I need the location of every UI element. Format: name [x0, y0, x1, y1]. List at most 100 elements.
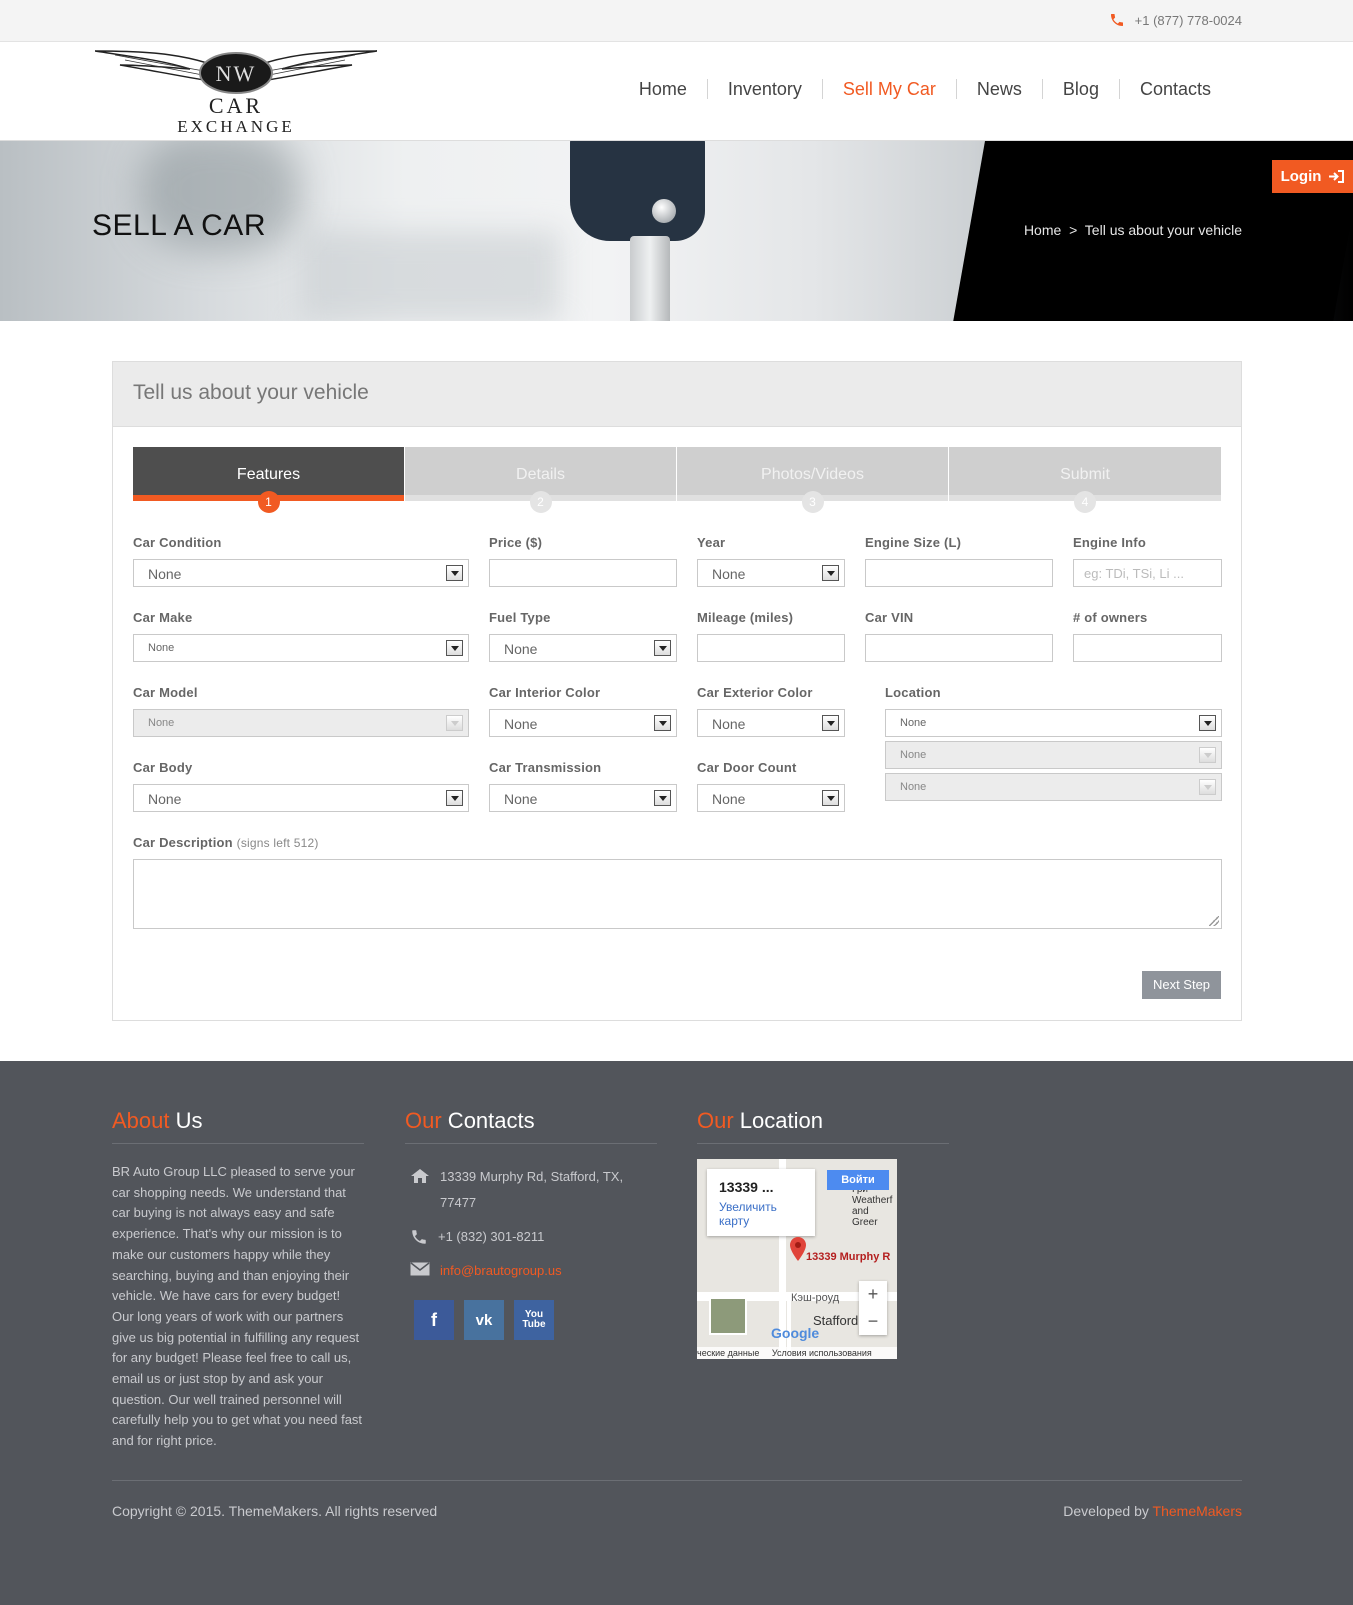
step-label: Photos/Videos — [761, 466, 864, 483]
site-footer: About Us BR Auto Group LLC pleased to se… — [0, 1061, 1353, 1605]
page-title: SELL A CAR — [92, 209, 266, 242]
map-satellite-thumbnail[interactable] — [709, 1297, 747, 1335]
zoom-out-button[interactable]: − — [859, 1308, 887, 1335]
car-condition-select[interactable]: None — [133, 559, 469, 587]
sell-car-form-panel: Tell us about your vehicle Features 1 De… — [112, 361, 1242, 1021]
zoom-in-button[interactable]: + — [859, 1281, 887, 1308]
step-label: Submit — [1060, 466, 1110, 483]
chevron-down-icon — [1199, 715, 1216, 731]
price-input[interactable] — [489, 559, 677, 587]
step-label: Details — [516, 466, 565, 483]
description-textarea[interactable] — [133, 859, 1222, 929]
car-condition-field: Car Condition None — [133, 535, 469, 587]
location-label: Location — [885, 685, 941, 700]
interior-color-select[interactable]: None — [489, 709, 677, 737]
car-body-label: Car Body — [133, 760, 193, 775]
breadcrumb: Home > Tell us about your vehicle — [1024, 222, 1242, 238]
owners-input[interactable] — [1073, 634, 1222, 662]
home-icon — [411, 1169, 429, 1183]
logo-line1: CAR — [208, 93, 264, 118]
fuel-type-field: Fuel Type None — [489, 610, 677, 662]
location-city-select[interactable]: None — [885, 773, 1222, 801]
map-attribution-left: ческие данные — [697, 1348, 760, 1358]
mileage-field: Mileage (miles) — [697, 610, 845, 662]
chevron-down-icon — [1199, 779, 1216, 795]
nav-inventory[interactable]: Inventory — [706, 79, 822, 99]
contact-phone[interactable]: +1 (832) 301-8211 — [410, 1224, 657, 1250]
fuel-type-select[interactable]: None — [489, 634, 677, 662]
select-value: None — [712, 791, 746, 807]
footer-about-text: BR Auto Group LLC pleased to serve your … — [112, 1164, 363, 1449]
heading-highlight: About — [112, 1108, 170, 1133]
facebook-icon[interactable]: f — [414, 1300, 454, 1340]
step-photos-videos[interactable]: Photos/Videos 3 — [677, 447, 948, 513]
door-count-field: Car Door Count None — [697, 760, 845, 812]
engine-info-input[interactable]: eg: TDi, TSi, Li ... — [1073, 559, 1222, 587]
description-hint: (signs left 512) — [236, 836, 319, 850]
map-signin-button[interactable]: Войти — [827, 1170, 889, 1190]
form-steps: Features 1 Details 2 Photos/Videos 3 Sub… — [133, 447, 1221, 517]
footer-contacts-heading: Our Contacts — [405, 1108, 657, 1144]
select-value: None — [712, 716, 746, 732]
contact-email: info@brautogroup.us — [410, 1258, 657, 1284]
youtube-icon[interactable]: You Tube — [514, 1300, 554, 1340]
location-state-select[interactable]: None — [885, 741, 1222, 769]
nav-home[interactable]: Home — [619, 79, 707, 99]
location-country-select[interactable]: None — [885, 709, 1222, 737]
owners-label: # of owners — [1073, 610, 1148, 625]
hero-bg-blur — [300, 231, 560, 321]
interior-color-field: Car Interior Color None — [489, 685, 677, 737]
door-count-select[interactable]: None — [697, 784, 845, 812]
select-value: None — [712, 566, 746, 582]
google-logo: Google — [771, 1325, 820, 1341]
transmission-select[interactable]: None — [489, 784, 677, 812]
nav-blog[interactable]: Blog — [1041, 79, 1119, 99]
developer-link[interactable]: ThemeMakers — [1153, 1503, 1242, 1519]
vk-icon[interactable]: vk — [464, 1300, 504, 1340]
step-number: 1 — [257, 491, 280, 513]
footer-location: Our Location — [697, 1108, 949, 1144]
location-map[interactable]: ф ЗНД Гри Weatherf and Greer 13339 ... У… — [697, 1159, 897, 1359]
chevron-down-icon — [654, 790, 671, 806]
price-field: Price ($) — [489, 535, 677, 587]
fuel-type-label: Fuel Type — [489, 610, 551, 625]
contact-address-text: 13339 Murphy Rd, Stafford, TX, 77477 — [440, 1169, 624, 1210]
step-details[interactable]: Details 2 — [405, 447, 676, 513]
interior-color-label: Car Interior Color — [489, 685, 601, 700]
map-enlarge-link[interactable]: Увеличить карту — [719, 1200, 803, 1228]
login-button[interactable]: Login — [1272, 160, 1353, 193]
top-phone[interactable]: +1 (877) 778-0024 — [1109, 12, 1242, 28]
select-value: None — [148, 791, 182, 807]
nav-contacts[interactable]: Contacts — [1118, 79, 1231, 99]
breadcrumb-home[interactable]: Home — [1024, 222, 1061, 238]
top-phone-text: +1 (877) 778-0024 — [1134, 12, 1242, 28]
step-number: 4 — [1074, 491, 1096, 513]
car-vin-input[interactable] — [865, 634, 1053, 662]
contact-email-link[interactable]: info@brautogroup.us — [440, 1258, 562, 1284]
chevron-down-icon — [822, 715, 839, 731]
car-body-select[interactable]: None — [133, 784, 469, 812]
footer-about-heading: About Us — [112, 1108, 364, 1144]
nav-sell-my-car[interactable]: Sell My Car — [821, 79, 956, 99]
social-links: f vk You Tube — [414, 1300, 657, 1340]
map-terms-link[interactable]: Условия использования — [772, 1348, 872, 1358]
select-value: None — [148, 642, 175, 654]
phone-icon — [412, 1230, 426, 1244]
car-make-select[interactable]: None — [133, 634, 469, 662]
nav-news[interactable]: News — [955, 79, 1042, 99]
transmission-label: Car Transmission — [489, 760, 602, 775]
next-step-button[interactable]: Next Step — [1142, 971, 1221, 999]
step-submit[interactable]: Submit 4 — [949, 447, 1221, 513]
exterior-color-select[interactable]: None — [697, 709, 845, 737]
site-logo[interactable]: NW CAR EXCHANGE — [95, 47, 377, 139]
contact-list: 13339 Murphy Rd, Stafford, TX, 77477 +1 … — [405, 1164, 657, 1284]
step-features[interactable]: Features 1 — [133, 447, 404, 513]
page-hero: SELL A CAR Home > Tell us about your veh… — [0, 141, 1353, 321]
engine-size-input[interactable] — [865, 559, 1053, 587]
map-card-title: 13339 ... — [719, 1179, 774, 1195]
chevron-down-icon — [446, 640, 463, 656]
year-select[interactable]: None — [697, 559, 845, 587]
mileage-input[interactable] — [697, 634, 845, 662]
engine-info-field: Engine Info eg: TDi, TSi, Li ... — [1073, 535, 1222, 587]
car-model-select[interactable]: None — [133, 709, 469, 737]
